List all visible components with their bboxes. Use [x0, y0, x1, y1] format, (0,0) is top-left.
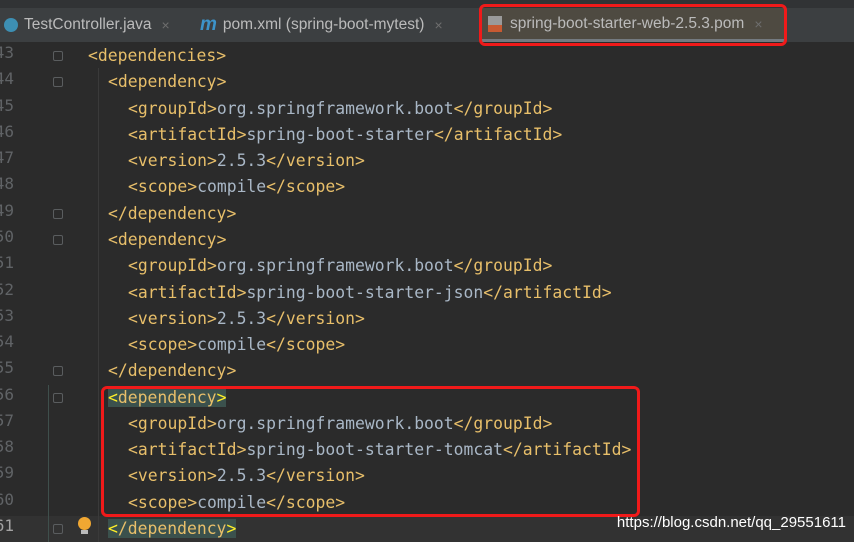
java-class-icon [4, 18, 18, 32]
fold-marker-icon[interactable] [53, 234, 63, 245]
code-text: <groupId>org.springframework.boot</group… [128, 256, 553, 276]
code-line[interactable]: 54 <scope>compile</scope> [0, 332, 854, 358]
line-number: 49 [0, 200, 14, 220]
tag-value: compile [197, 335, 267, 355]
code-line[interactable]: 43 <dependencies> [0, 43, 854, 69]
tag-name: version [137, 151, 207, 171]
code-text: <version>2.5.3</version> [128, 308, 365, 328]
tag-name: dependency [127, 361, 227, 381]
tag-name: groupId [473, 256, 543, 276]
line-number: 45 [0, 95, 14, 115]
indent-guide [98, 68, 99, 542]
tag-value: 2.5.3 [216, 151, 267, 171]
tab-testcontroller-java[interactable]: TestController.java × [4, 8, 170, 42]
annotation-highlight-tab [479, 4, 787, 46]
tag-name: dependency [127, 203, 227, 223]
code-text: <groupId>org.springframework.boot</group… [128, 98, 553, 118]
code-text: <dependency> [108, 72, 227, 92]
tag-value: org.springframework.boot [216, 256, 454, 276]
code-text: </dependency> [108, 203, 237, 223]
tag-name: artifactId [137, 124, 237, 144]
line-number: 53 [0, 305, 14, 325]
line-number: 48 [0, 174, 14, 194]
line-number: 51 [0, 253, 14, 273]
tag-name: version [137, 308, 207, 328]
code-text: <scope>compile</scope> [128, 177, 346, 197]
tag-name: artifactId [453, 124, 553, 144]
code-text: <artifactId>spring-boot-starter-json</ar… [128, 282, 612, 302]
line-number: 54 [0, 332, 14, 352]
code-line[interactable]: 49 </dependency> [0, 201, 854, 227]
tag-name: groupId [137, 256, 207, 276]
code-text: <dependency> [108, 229, 227, 249]
tag-value: org.springframework.boot [216, 98, 454, 118]
code-text: </dependency> [108, 361, 237, 381]
line-number: 47 [0, 148, 14, 168]
code-line[interactable]: 51 <groupId>org.springframework.boot</gro… [0, 253, 854, 279]
line-number: 52 [0, 279, 14, 299]
tag-name: version [285, 308, 355, 328]
line-number: 60 [0, 489, 14, 509]
tag-name: dependency [117, 229, 217, 249]
fold-marker-icon[interactable] [53, 77, 63, 88]
code-line[interactable]: 53 <version>2.5.3</version> [0, 306, 854, 332]
tag-value: spring-boot-starter-json [246, 282, 484, 302]
line-number: 44 [0, 69, 14, 89]
tag-value: 2.5.3 [216, 308, 267, 328]
code-text: <scope>compile</scope> [128, 335, 346, 355]
indent-guide [48, 385, 49, 542]
tag-name: dependency [117, 72, 217, 92]
line-number: 58 [0, 437, 14, 457]
tag-name: artifactId [137, 282, 237, 302]
close-icon[interactable]: × [162, 17, 170, 33]
line-number: 57 [0, 410, 14, 430]
fold-marker-icon[interactable] [53, 208, 63, 219]
code-text: <dependencies> [88, 46, 227, 65]
code-line[interactable]: 45 <groupId>org.springframework.boot</gro… [0, 96, 854, 122]
tag-name: scope [137, 335, 188, 355]
line-number: 61 [0, 516, 14, 536]
line-number: 43 [0, 43, 14, 62]
fold-marker-icon[interactable] [53, 51, 63, 61]
code-text: </dependency> [108, 519, 237, 539]
maven-icon: m [200, 14, 217, 35]
code-line[interactable]: 50 <dependency> [0, 227, 854, 253]
tag-name: scope [285, 177, 336, 197]
tag-name: groupId [137, 98, 207, 118]
tag-name: dependency [127, 519, 227, 539]
tag-name: scope [285, 335, 336, 355]
code-line[interactable]: 55 </dependency> [0, 358, 854, 384]
fold-marker-icon[interactable] [53, 366, 63, 377]
tag-name: scope [137, 177, 188, 197]
fold-marker-icon[interactable] [53, 524, 63, 535]
fold-marker-icon[interactable] [53, 392, 63, 403]
line-number: 55 [0, 358, 14, 378]
line-number: 50 [0, 226, 14, 246]
code-line[interactable]: 47 <version>2.5.3</version> [0, 148, 854, 174]
close-icon[interactable]: × [434, 17, 442, 33]
tag-name: dependencies [97, 46, 217, 65]
code-text: <version>2.5.3</version> [128, 151, 365, 171]
code-line[interactable]: 44 <dependency> [0, 69, 854, 95]
annotation-highlight-code [101, 386, 640, 517]
watermark: https://blog.csdn.net/qq_29551611 [616, 514, 846, 531]
tag-name: groupId [473, 98, 543, 118]
line-number: 56 [0, 384, 14, 404]
code-line[interactable]: 48 <scope>compile</scope> [0, 174, 854, 200]
tag-name: artifactId [503, 282, 602, 302]
lightbulb-icon[interactable] [78, 517, 91, 534]
tab-pom-xml[interactable]: m pom.xml (spring-boot-mytest) × [200, 8, 443, 42]
tag-name: version [285, 151, 355, 171]
code-line[interactable]: 46 <artifactId>spring-boot-starter</artif… [0, 122, 854, 148]
tag-value: spring-boot-starter [246, 124, 434, 144]
code-line[interactable]: 52 <artifactId>spring-boot-starter-json</… [0, 280, 854, 306]
tag-value: compile [197, 177, 267, 197]
line-number: 46 [0, 121, 14, 141]
line-number: 59 [0, 463, 14, 483]
code-text: <artifactId>spring-boot-starter</artifac… [128, 124, 563, 144]
